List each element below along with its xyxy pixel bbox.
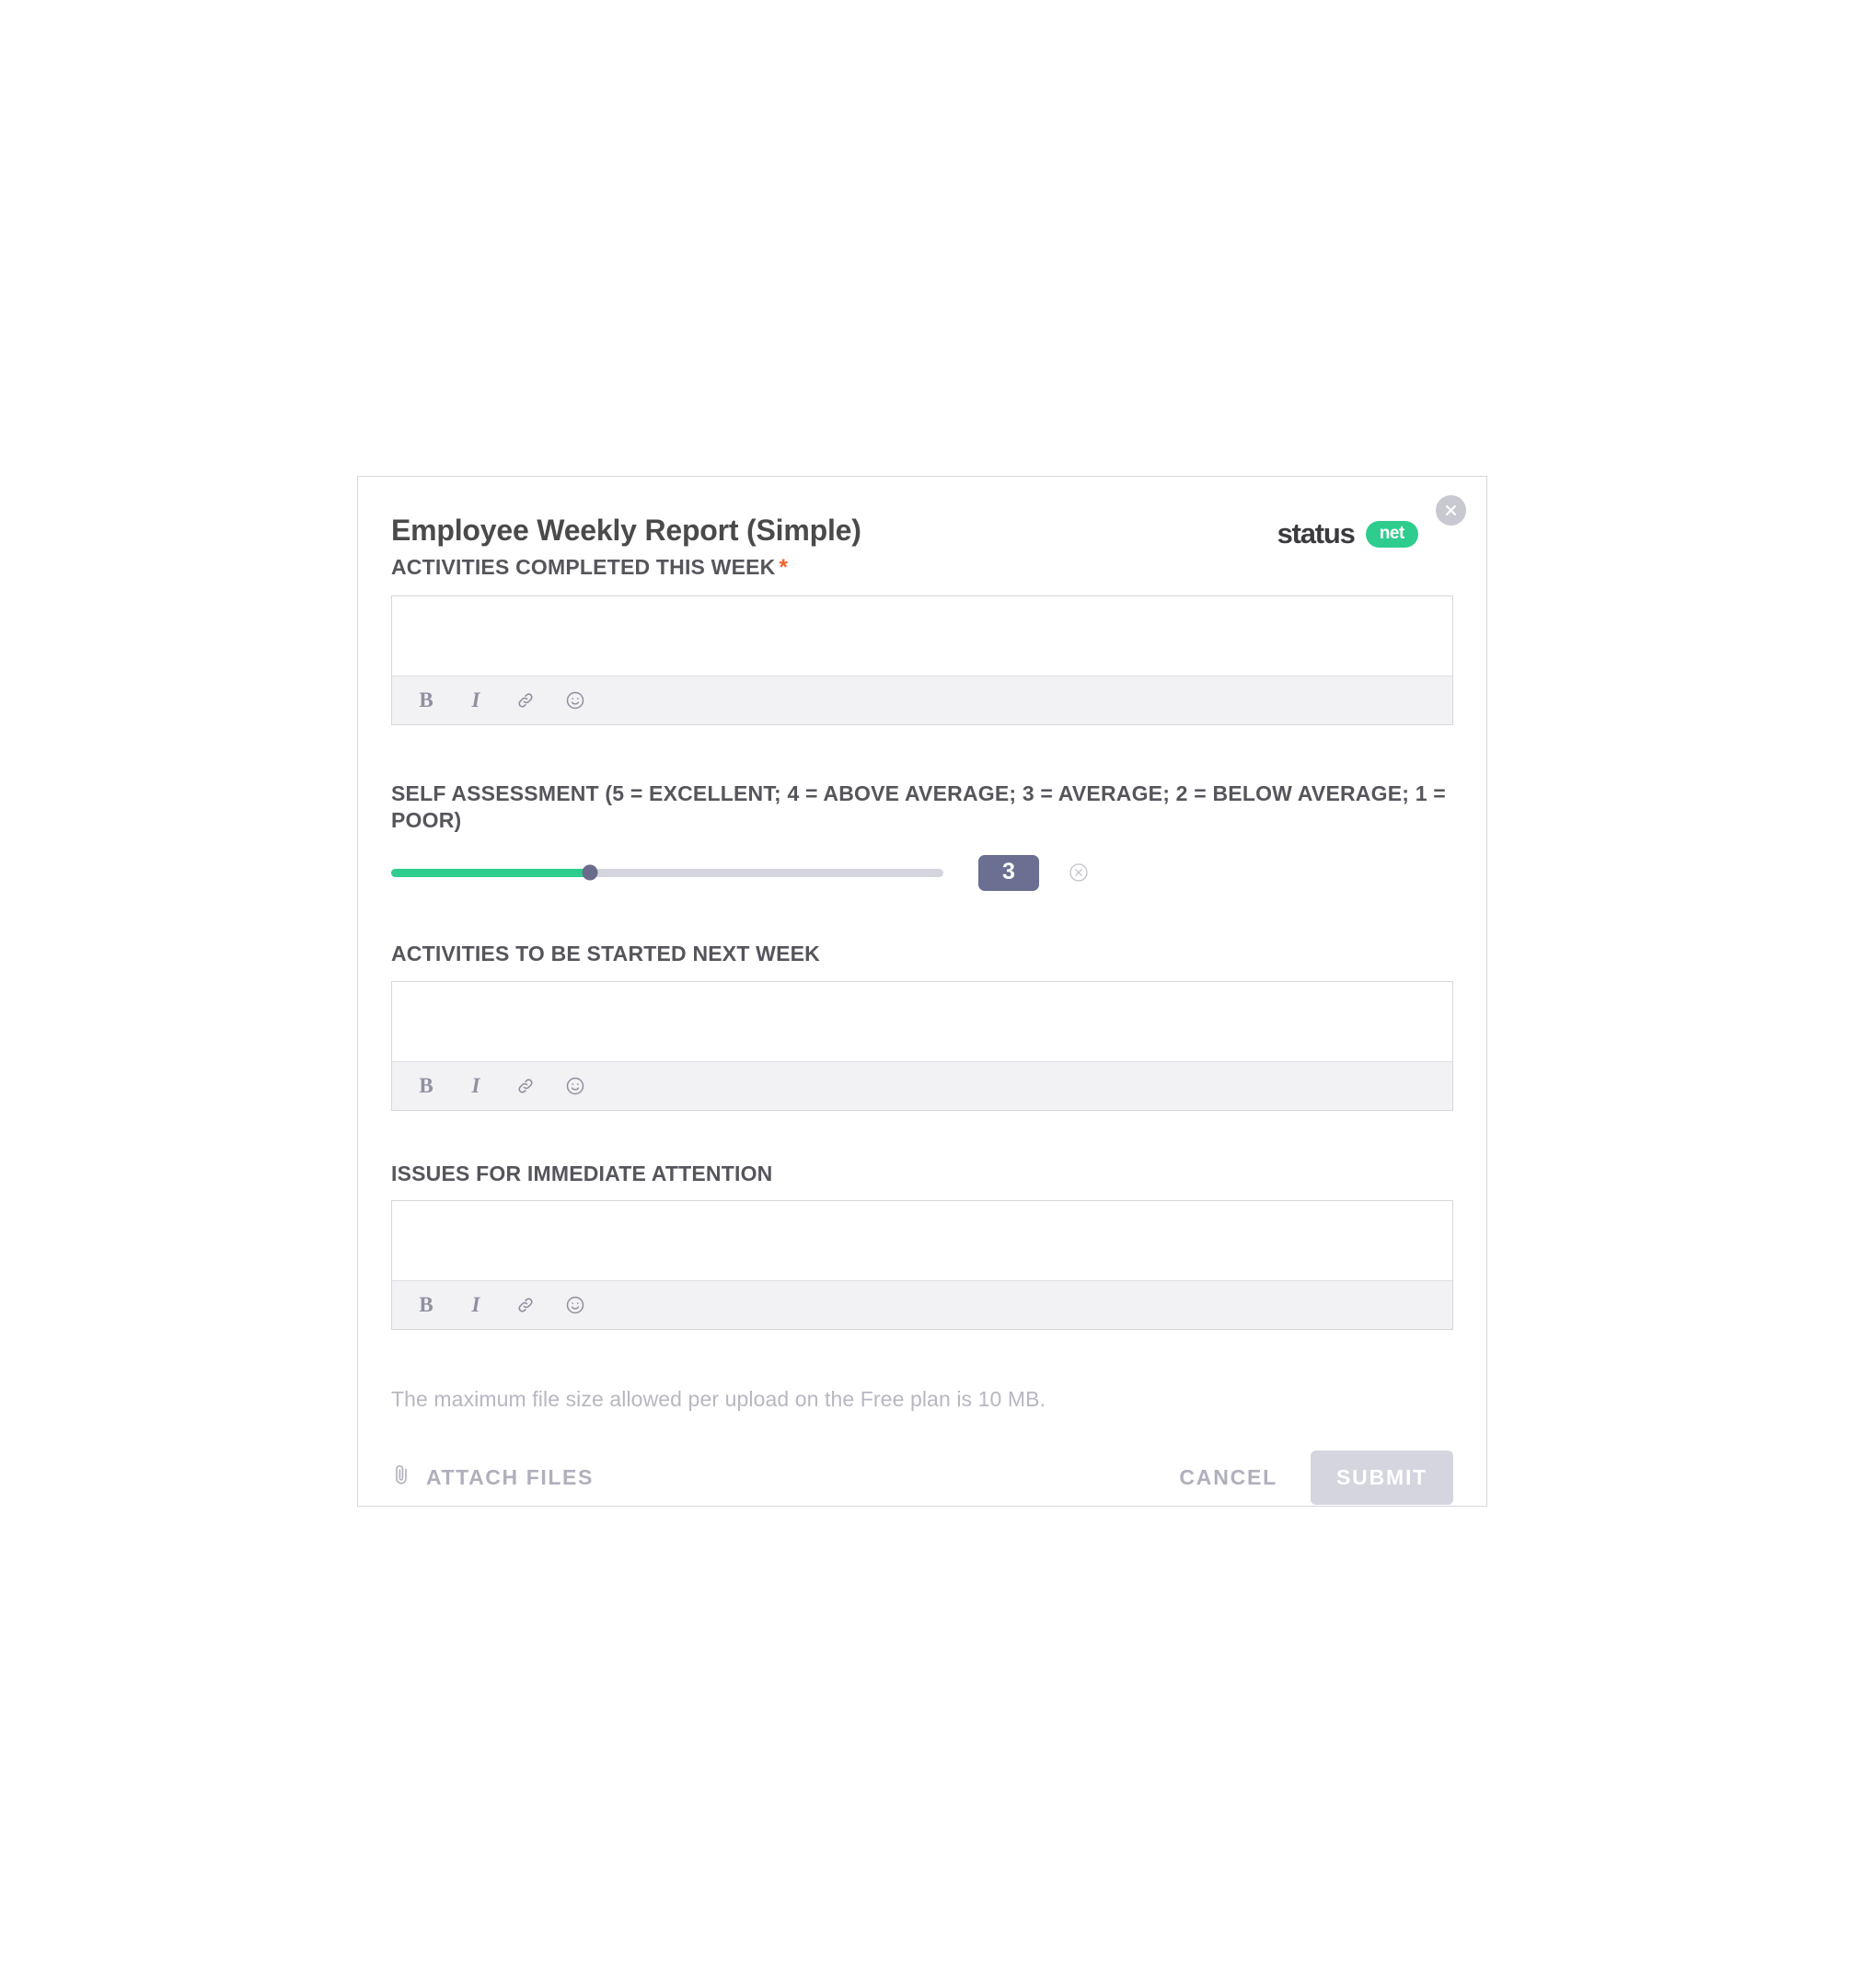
modal-content: Employee Weekly Report (Simple) status n…	[391, 495, 1466, 1505]
page-title: Employee Weekly Report (Simple)	[391, 514, 861, 547]
field-label-activities-next-week: ACTIVITIES TO BE STARTED NEXT WEEK	[391, 942, 820, 966]
attach-files-label: ATTACH FILES	[426, 1464, 594, 1489]
bold-icon[interactable]: B	[414, 1293, 438, 1317]
editor-activities-completed: B I	[391, 595, 1453, 725]
self-assessment-slider[interactable]	[391, 864, 943, 881]
self-assessment-slider-row: 3	[391, 854, 1453, 892]
brand-logo: status net	[1277, 517, 1418, 550]
link-icon[interactable]	[514, 688, 537, 712]
italic-icon[interactable]: I	[464, 1293, 488, 1317]
brand-word: status	[1277, 517, 1356, 549]
rich-text-toolbar: B I	[392, 1060, 1452, 1110]
link-icon[interactable]	[514, 1293, 537, 1317]
slider-thumb[interactable]	[582, 864, 598, 881]
form-modal: Employee Weekly Report (Simple) status n…	[357, 476, 1487, 1507]
activities-completed-input[interactable]	[392, 595, 1452, 676]
activities-next-week-input[interactable]	[392, 981, 1452, 1061]
bold-icon[interactable]: B	[414, 1074, 438, 1098]
cancel-button[interactable]: CANCEL	[1179, 1465, 1277, 1490]
field-label-self-assessment: SELF ASSESSMENT (5 = EXCELLENT; 4 = ABOV…	[391, 780, 1446, 833]
clear-circle-icon[interactable]	[1067, 861, 1091, 884]
brand-pill: net	[1365, 520, 1418, 548]
issues-attention-input[interactable]	[392, 1200, 1452, 1280]
link-icon[interactable]	[514, 1074, 537, 1098]
modal-header: Employee Weekly Report (Simple) status n…	[391, 495, 1466, 560]
field-activities-next-week: ACTIVITIES TO BE STARTED NEXT WEEK B I	[391, 941, 1453, 1111]
modal-footer: ATTACH FILES CANCEL SUBMIT	[391, 1450, 1453, 1505]
emoji-icon[interactable]	[563, 1074, 587, 1098]
submit-button[interactable]: SUBMIT	[1311, 1450, 1453, 1505]
slider-value-badge: 3	[978, 854, 1039, 892]
emoji-icon[interactable]	[563, 1293, 587, 1317]
rich-text-toolbar: B I	[392, 1279, 1452, 1329]
editor-activities-next-week: B I	[391, 980, 1453, 1111]
file-size-note: The maximum file size allowed per upload…	[391, 1386, 1046, 1411]
field-label-issues-attention: ISSUES FOR IMMEDIATE ATTENTION	[391, 1161, 773, 1185]
field-activities-completed: ACTIVITIES COMPLETED THIS WEEK * B I	[391, 554, 1453, 725]
editor-issues-attention: B I	[391, 1199, 1453, 1330]
slider-fill	[391, 868, 590, 877]
bold-icon[interactable]: B	[414, 688, 438, 712]
close-button[interactable]	[1436, 495, 1466, 526]
field-self-assessment: SELF ASSESSMENT (5 = EXCELLENT; 4 = ABOV…	[391, 780, 1453, 892]
field-issues-attention: ISSUES FOR IMMEDIATE ATTENTION B I	[391, 1161, 1453, 1330]
paperclip-icon	[391, 1462, 413, 1492]
italic-icon[interactable]: I	[464, 688, 488, 712]
emoji-icon[interactable]	[563, 688, 587, 712]
attach-files-button[interactable]: ATTACH FILES	[391, 1462, 594, 1492]
italic-icon[interactable]: I	[464, 1074, 488, 1098]
rich-text-toolbar: B I	[392, 675, 1452, 724]
close-icon	[1443, 503, 1459, 518]
